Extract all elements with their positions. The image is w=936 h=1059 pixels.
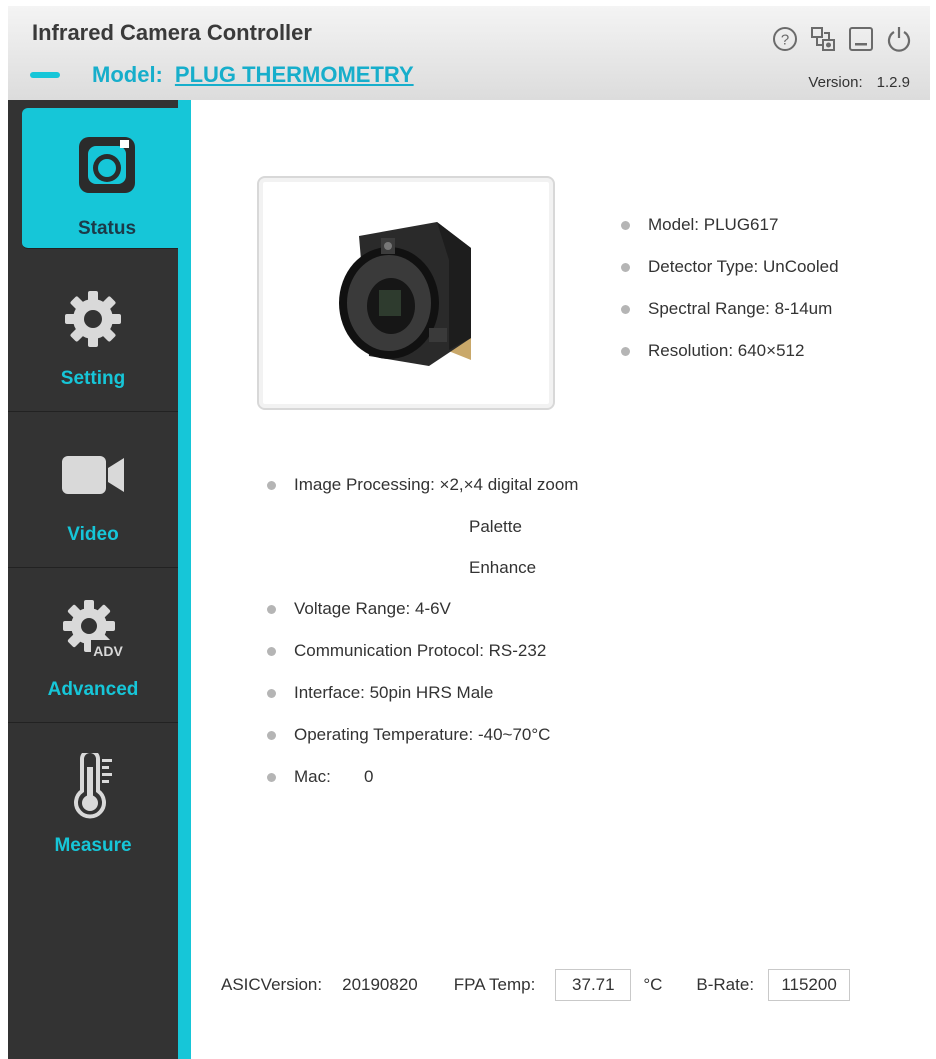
- b-rate-field[interactable]: 115200: [768, 969, 851, 1001]
- specs-list-bottom: Image Processing: ×2,×4 digital zoom Pal…: [267, 464, 578, 798]
- image-processing-info: Image Processing: ×2,×4 digital zoom: [294, 475, 579, 494]
- version-label: Version:: [808, 74, 863, 91]
- spectral-range-info: Spectral Range: 8-14um: [648, 299, 833, 318]
- menu-dash-icon[interactable]: [30, 72, 60, 78]
- bullet-icon: [621, 304, 630, 314]
- nav-item-video[interactable]: Video: [8, 412, 178, 568]
- bullet-icon: [267, 646, 276, 656]
- camera-image-frame: [257, 176, 555, 410]
- detector-type-info: Detector Type: UnCooled: [648, 257, 839, 276]
- svg-text:?: ?: [781, 32, 789, 49]
- thermometer-icon: [60, 753, 126, 819]
- model-info: Model: PLUG617: [648, 215, 779, 234]
- mac-value: 0: [364, 767, 374, 786]
- nav-item-advanced[interactable]: ADV Advanced: [8, 567, 178, 723]
- nav-item-setting[interactable]: Setting: [8, 256, 178, 412]
- sidebar-accent-strip: [178, 100, 191, 1059]
- bullet-icon: [267, 480, 276, 490]
- power-icon[interactable]: [884, 24, 914, 54]
- video-camera-icon: [60, 442, 126, 508]
- advanced-gear-icon: ADV: [60, 597, 126, 663]
- app-title: Infrared Camera Controller: [32, 20, 312, 45]
- nav-label-setting: Setting: [60, 368, 126, 389]
- b-rate-label: B-Rate:: [696, 975, 755, 994]
- asic-version-value: 20190820: [342, 975, 418, 994]
- title-bar: Infrared Camera Controller Model: PLUG T…: [8, 6, 930, 101]
- version-display: Version: 1.2.9: [808, 74, 910, 91]
- connection-icon[interactable]: [808, 24, 838, 54]
- fpa-temp-unit: °C: [643, 975, 663, 994]
- bullet-icon: [621, 262, 630, 272]
- fpa-temp-label: FPA Temp:: [453, 975, 536, 994]
- image-processing-palette: Palette: [469, 516, 522, 536]
- model-link[interactable]: PLUG THERMOMETRY: [175, 62, 414, 88]
- bullet-icon: [621, 346, 630, 356]
- bullet-icon: [621, 220, 630, 230]
- bullet-icon: [267, 772, 276, 782]
- minimize-icon[interactable]: [846, 24, 876, 54]
- bullet-icon: [267, 688, 276, 698]
- gear-icon: [60, 286, 126, 352]
- camera-icon: [74, 132, 140, 198]
- communication-protocol-info: Communication Protocol: RS-232: [294, 641, 547, 660]
- device-info-bar: ASICVersion: 20190820 FPA Temp: 37.71 °C…: [221, 969, 851, 1001]
- model-row: Model: PLUG THERMOMETRY: [30, 62, 414, 88]
- specs-list-top: Model: PLUG617 Detector Type: UnCooled S…: [621, 204, 839, 372]
- image-processing-enhance: Enhance: [469, 557, 537, 577]
- window-controls: ?: [770, 24, 914, 54]
- operating-temperature-info: Operating Temperature: -40~70°C: [294, 725, 551, 744]
- status-panel: Model: PLUG617 Detector Type: UnCooled S…: [191, 100, 930, 1059]
- version-value: 1.2.9: [876, 74, 910, 91]
- nav-label-measure: Measure: [54, 835, 132, 856]
- bullet-icon: [267, 730, 276, 740]
- help-icon[interactable]: ?: [770, 24, 800, 54]
- nav-label-status: Status: [77, 218, 137, 239]
- fpa-temp-field[interactable]: 37.71: [555, 969, 632, 1001]
- app-window: Infrared Camera Controller Model: PLUG T…: [0, 0, 936, 1059]
- asic-version-label: ASICVersion:: [221, 975, 323, 994]
- camera-module-image: [339, 222, 471, 366]
- nav-item-measure[interactable]: Measure: [8, 723, 178, 878]
- voltage-range-info: Voltage Range: 4-6V: [294, 599, 451, 618]
- nav-item-status[interactable]: Status: [22, 108, 192, 249]
- bullet-icon: [267, 604, 276, 614]
- nav-label-video: Video: [67, 524, 119, 545]
- resolution-info: Resolution: 640×512: [648, 341, 805, 360]
- mac-label: Mac:: [294, 767, 331, 786]
- svg-text:ADV: ADV: [93, 643, 123, 659]
- interface-info: Interface: 50pin HRS Male: [294, 683, 494, 702]
- nav-label-advanced: Advanced: [47, 679, 139, 700]
- model-label: Model:: [92, 62, 163, 87]
- sidebar: Status Setting Video ADV Advanced Measur…: [8, 100, 192, 1059]
